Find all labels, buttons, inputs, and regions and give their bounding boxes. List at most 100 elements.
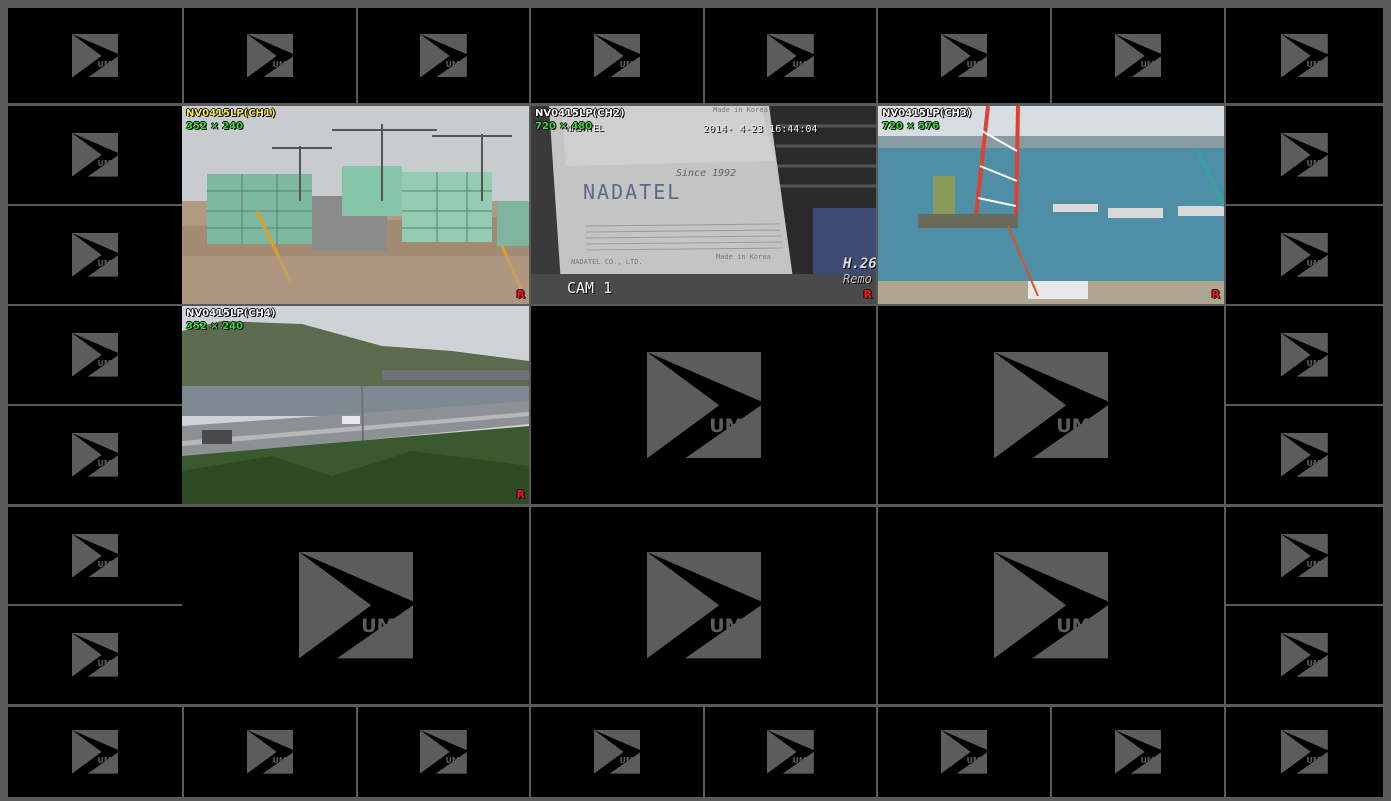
- logo-text-line1: UMS: [1307, 459, 1327, 468]
- camera-feed-ch1[interactable]: NV0415LP(CH1) 352 × 240 R: [182, 106, 529, 304]
- logo-text-line2: PRO: [99, 467, 118, 476]
- logo-text-line2: PRO: [99, 568, 118, 577]
- logo-text-line2: PRO: [712, 636, 757, 658]
- empty-camera-slot-large[interactable]: UMS PRO: [182, 507, 529, 704]
- empty-camera-slot[interactable]: UMS PRO: [184, 707, 356, 797]
- logo-text-line1: UMS: [619, 59, 639, 68]
- logo-text-line2: PRO: [1060, 435, 1105, 457]
- logo-text-line2: PRO: [1060, 636, 1105, 658]
- logo-text-line1: UMS: [709, 615, 757, 637]
- channel-name-ch4: NV0415LP(CH4): [186, 308, 276, 319]
- logo-text-line2: PRO: [99, 167, 118, 176]
- logo-text-line1: UMS: [97, 659, 117, 668]
- ums-pro-logo-icon: UMSPRO: [71, 633, 119, 677]
- empty-camera-slot[interactable]: UMS PRO: [1226, 606, 1383, 704]
- empty-camera-slot[interactable]: UMS PRO: [8, 106, 182, 204]
- logo-text-line2: PRO: [794, 68, 813, 77]
- empty-camera-slot[interactable]: UMS PRO: [1052, 707, 1224, 797]
- empty-camera-slot[interactable]: UMS PRO: [8, 8, 182, 103]
- empty-camera-slot[interactable]: UMS PRO: [1226, 306, 1383, 404]
- recording-indicator-ch2: R: [863, 288, 872, 301]
- logo-text-line1: UMS: [1140, 756, 1160, 765]
- empty-camera-slot[interactable]: UMS PRO: [1226, 106, 1383, 204]
- ums-pro-logo-icon: UMSPRO: [1281, 633, 1328, 677]
- logo-text-line2: PRO: [1308, 68, 1327, 77]
- empty-camera-slot-large[interactable]: UMS PRO: [878, 507, 1224, 704]
- osd-camera-label: CAM 1: [567, 279, 613, 297]
- logo-text-line1: UMS: [97, 756, 117, 765]
- empty-camera-slot[interactable]: UMS PRO: [1226, 206, 1383, 304]
- logo-text-line2: PRO: [621, 764, 640, 773]
- empty-camera-slot[interactable]: UMS PRO: [531, 8, 703, 103]
- empty-camera-slot[interactable]: UMS PRO: [8, 406, 182, 504]
- logo-text-line1: UMS: [966, 59, 986, 68]
- device-company-label: NADATEL CO., LTD.: [571, 258, 643, 266]
- camera-wall: NV0415LP(CH1) 352 × 240 R NADATEL 2014- …: [0, 0, 1391, 801]
- empty-camera-slot[interactable]: UMS PRO: [8, 707, 182, 797]
- ums-pro-logo-icon: UMSPRO: [1281, 33, 1328, 78]
- empty-camera-slot[interactable]: UMS PRO: [1052, 8, 1224, 103]
- empty-camera-slot[interactable]: UMS PRO: [705, 8, 876, 103]
- empty-camera-slot[interactable]: UMS PRO: [1226, 8, 1383, 103]
- ums-pro-logo-icon: UMSPRO: [1281, 433, 1328, 477]
- empty-camera-slot[interactable]: UMS PRO: [358, 707, 529, 797]
- camera-feed-ch3[interactable]: NV0415LP(CH3) 720 × 576 R: [878, 106, 1224, 304]
- resolution-label-ch1: 352 × 240: [186, 121, 244, 132]
- logo-text-line1: UMS: [97, 159, 117, 168]
- osd-timestamp: 2014- 4-23 16:44:04: [703, 124, 818, 135]
- ums-pro-logo-icon: UMSPRO: [646, 351, 761, 459]
- logo-text-line2: PRO: [274, 764, 293, 773]
- empty-camera-slot[interactable]: UMS PRO: [531, 707, 703, 797]
- empty-camera-slot-large[interactable]: UMS PRO: [531, 306, 876, 504]
- resolution-label-ch2: 720 × 480: [535, 121, 593, 132]
- empty-camera-slot[interactable]: UMS PRO: [184, 8, 356, 103]
- bridge-road-image: [182, 306, 529, 504]
- empty-camera-slot-large[interactable]: UMS PRO: [531, 507, 876, 704]
- logo-text-line2: PRO: [1308, 367, 1327, 376]
- logo-text-line2: PRO: [1308, 568, 1327, 577]
- ums-pro-logo-icon: UMSPRO: [940, 730, 988, 774]
- channel-name-ch1: NV0415LP(CH1): [186, 108, 276, 119]
- logo-text-line1: UMS: [361, 615, 409, 637]
- ums-pro-logo-icon: UMSPRO: [420, 730, 467, 774]
- empty-camera-slot[interactable]: UMS PRO: [1226, 507, 1383, 604]
- empty-camera-slot[interactable]: UMS PRO: [8, 306, 182, 404]
- empty-camera-slot[interactable]: UMS PRO: [878, 707, 1050, 797]
- empty-camera-slot[interactable]: UMS PRO: [1226, 707, 1383, 797]
- ums-pro-logo-icon: UMSPRO: [1281, 730, 1328, 774]
- ums-pro-logo-icon: UMSPRO: [1114, 33, 1162, 78]
- empty-camera-slot[interactable]: UMS PRO: [705, 707, 876, 797]
- logo-text-line1: UMS: [272, 59, 292, 68]
- empty-camera-slot[interactable]: UMS PRO: [358, 8, 529, 103]
- empty-camera-slot[interactable]: UMS PRO: [8, 507, 182, 604]
- logo-text-line2: PRO: [621, 68, 640, 77]
- empty-camera-slot[interactable]: UMS PRO: [8, 606, 182, 704]
- empty-camera-slot[interactable]: UMS PRO: [878, 8, 1050, 103]
- logo-text-line2: PRO: [99, 367, 118, 376]
- ums-pro-logo-icon: UMSPRO: [71, 333, 119, 377]
- empty-camera-slot-large[interactable]: UMS PRO: [878, 306, 1224, 504]
- ums-pro-logo-icon: UMSPRO: [1281, 233, 1328, 277]
- ums-pro-logo-icon: UMSPRO: [71, 730, 119, 774]
- ums-pro-logo-icon: UMSPRO: [1281, 133, 1328, 177]
- camera-feed-ch4[interactable]: NV0415LP(CH4) 352 × 240 R: [182, 306, 529, 504]
- logo-text-line1: UMS: [966, 756, 986, 765]
- empty-camera-slot[interactable]: UMS PRO: [1226, 406, 1383, 504]
- logo-text-line2: PRO: [447, 764, 466, 773]
- logo-text-line2: PRO: [1308, 267, 1327, 276]
- box-label-line2: Remo: [843, 272, 872, 286]
- logo-text-line1: UMS: [97, 259, 117, 268]
- logo-text-line1: UMS: [1307, 756, 1327, 765]
- logo-text-line1: UMS: [97, 459, 117, 468]
- empty-camera-slot[interactable]: UMS PRO: [8, 206, 182, 304]
- resolution-label-ch3: 720 × 576: [882, 121, 940, 132]
- logo-text-line2: PRO: [99, 267, 118, 276]
- device-brand-label: NADATEL: [583, 180, 682, 204]
- ums-pro-logo-icon: UMSPRO: [1114, 730, 1162, 774]
- device-made-in-label: Made in Korea: [713, 106, 768, 114]
- logo-text-line1: UMS: [97, 59, 117, 68]
- logo-text-line2: PRO: [968, 68, 987, 77]
- camera-feed-ch2[interactable]: NADATEL 2014- 4-23 16:44:04 Since 1992 N…: [531, 106, 876, 304]
- ums-pro-logo-icon: UMSPRO: [646, 552, 761, 659]
- logo-text-line2: PRO: [968, 764, 987, 773]
